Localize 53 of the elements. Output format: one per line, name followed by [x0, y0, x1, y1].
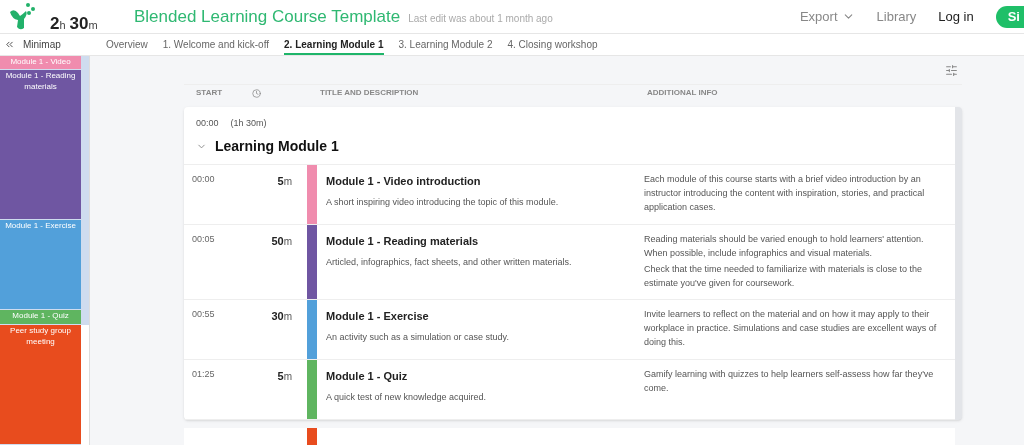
- section-title: Learning Module 1: [215, 136, 339, 156]
- duration-unit: m: [283, 235, 292, 250]
- duration-unit: m: [283, 370, 292, 385]
- activity-title: Module 1 - Exercise: [326, 309, 430, 325]
- start-time: 00:55: [191, 308, 216, 322]
- collapse-icon: [4, 39, 15, 50]
- minutes-unit: m: [88, 18, 98, 33]
- column-header: ADDITIONAL INFO: [647, 87, 718, 100]
- column-header: START: [195, 87, 224, 100]
- start-time: 00:05: [191, 233, 216, 247]
- activity-description: A short inspiring video introducing the topic of this module.: [326, 195, 560, 209]
- course-title: Blended Learning Course Template: [134, 5, 401, 28]
- duration-value: 30: [271, 309, 284, 325]
- additional-info: Invite learners to reflect on the material and on how it may apply to their workplace in practice. Simulations and case studies are excellent ways of doing this.: [644, 308, 938, 350]
- settings-icon[interactable]: [945, 63, 958, 77]
- library-link[interactable]: Library: [876, 6, 917, 27]
- clock-icon: [252, 88, 261, 98]
- tab[interactable]: 1. Welcome and kick-off: [162, 34, 270, 55]
- duration-value: 5: [277, 369, 284, 385]
- tab[interactable]: Overview: [106, 34, 148, 55]
- additional-info: Gamify learning with quizzes to help learners self-assess how far they've come.: [644, 368, 935, 396]
- activity-title: Module 1 - Quiz: [326, 369, 409, 385]
- section-length: (1h 30m): [230, 117, 267, 131]
- total-minutes: 30: [69, 12, 89, 35]
- start-time: 01:25: [191, 368, 216, 382]
- login-link[interactable]: Log in: [938, 6, 974, 27]
- minimap-toggle[interactable]: Minimap: [0, 34, 90, 55]
- section-start: 00:00: [196, 117, 219, 131]
- duration-unit: m: [283, 310, 292, 325]
- duration-value: 5: [277, 174, 284, 190]
- export-menu[interactable]: Export: [799, 6, 855, 27]
- tab[interactable]: 3. Learning Module 2: [398, 34, 493, 55]
- color-bar: [307, 428, 317, 445]
- additional-info: Reading materials should be varied enough to hold learners' attention. When possible, include infographics and visual materials.: [644, 233, 925, 261]
- logo-icon: [8, 1, 38, 32]
- additional-info: Check that the time needed to familiarize with materials is close to the estimate you've given for coursework.: [644, 263, 924, 291]
- activity-description: Articled, infographics, fact sheets, and other written materials.: [326, 255, 573, 269]
- section-toggle[interactable]: Learning Module 1: [196, 135, 339, 157]
- duration-unit: m: [283, 175, 292, 190]
- duration-value: 50: [271, 234, 284, 250]
- activity-description: A quick test of new knowledge acquired.: [326, 390, 488, 404]
- last-edit-note: Last edit was about 1 month ago: [408, 12, 553, 26]
- additional-info: Each module of this course starts with a brief video introduction by an instructor introducing the content with inspiration, stories, and practical application cases.: [644, 173, 926, 215]
- activity-title: Module 1 - Video introduction: [326, 174, 482, 190]
- column-header: TITLE AND DESCRIPTION: [320, 87, 420, 100]
- minimap-block[interactable]: Module 1 - Reading materials: [0, 70, 82, 220]
- hours-unit: h: [59, 18, 66, 33]
- activity-description: An activity such as a simulation or case study.: [326, 330, 510, 344]
- tab[interactable]: 4. Closing workshop: [507, 34, 598, 55]
- total-hours: 2: [50, 12, 60, 35]
- start-time: 00:00: [191, 173, 216, 187]
- activity-title: Module 1 - Reading materials: [326, 234, 480, 250]
- minimap-block[interactable]: Peer study group meeting: [0, 325, 82, 445]
